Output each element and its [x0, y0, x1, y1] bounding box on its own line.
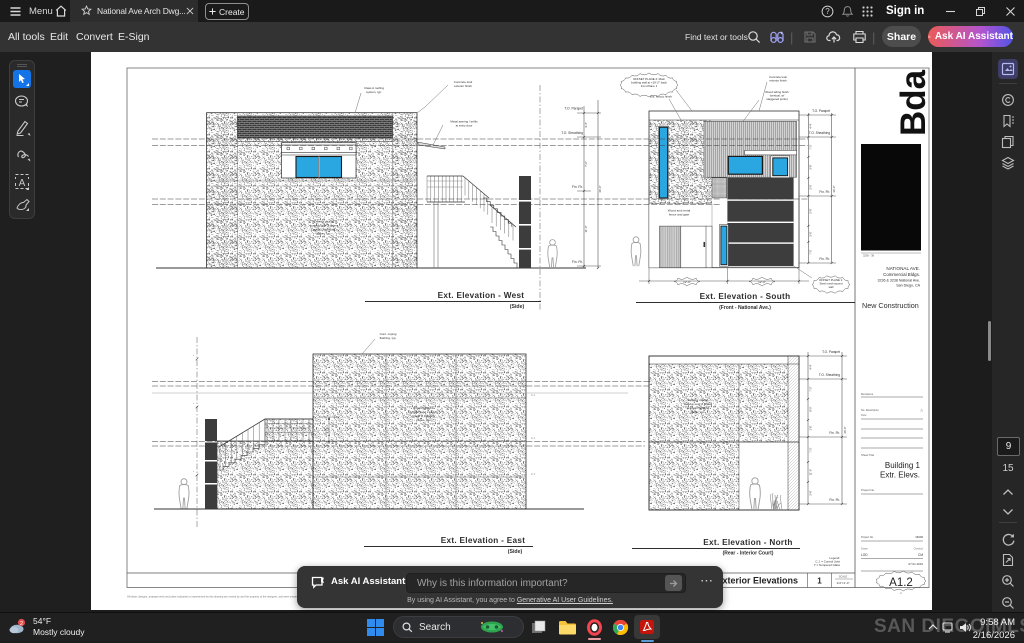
svg-text:7'-2": 7'-2": [809, 144, 813, 149]
svg-text:paper, typ.: paper, typ.: [317, 232, 332, 236]
svg-text:Sheet Title: Sheet Title: [861, 453, 875, 457]
svg-text:CM: CM: [918, 553, 923, 557]
svg-text:3'-6": 3'-6": [809, 164, 813, 169]
svg-text:T.O. Sheathing: T.O. Sheathing: [819, 373, 840, 377]
svg-text:5'-6": 5'-6": [809, 208, 813, 213]
svg-text:system, typ.: system, typ.: [366, 90, 382, 94]
svg-text:T.O. Sheathing: T.O. Sheathing: [809, 131, 830, 135]
svg-text:4'-4": 4'-4": [584, 122, 588, 128]
svg-text:Drawn: Drawn: [861, 548, 869, 551]
svg-text:°: °: [193, 471, 194, 474]
svg-text:NATIONAL AVE.: NATIONAL AVE.: [886, 266, 920, 271]
svg-text:36'-6": 36'-6": [832, 185, 836, 192]
svg-text:36'-6": 36'-6": [598, 185, 602, 192]
svg-text:11'-0": 11'-0": [584, 226, 588, 233]
svg-text:Fin. Flr.: Fin. Flr.: [829, 431, 840, 435]
svg-text:A1.2: A1.2: [889, 577, 913, 589]
svg-text:Fin. Flr.: Fin. Flr.: [829, 498, 840, 502]
svg-text:Bda: Bda: [894, 69, 932, 136]
svg-text:Commercial Bldgs.: Commercial Bldgs.: [883, 272, 920, 277]
svg-text:LOD: LOD: [861, 553, 868, 557]
svg-text:No. Description: No. Description: [861, 408, 879, 412]
svg-text:paper, typ.: paper, typ.: [691, 410, 706, 414]
svg-text:Fin. Flr.: Fin. Flr.: [572, 185, 583, 189]
svg-text:7'-2": 7'-2": [809, 447, 813, 452]
svg-text:Ext. stucco finish: Ext. stucco finish: [650, 95, 672, 99]
svg-text:Building 1: Building 1: [885, 461, 921, 470]
svg-text:(Rear - Interior Court): (Rear - Interior Court): [723, 551, 774, 557]
svg-text:△: △: [920, 408, 923, 412]
svg-text:Extr. Elevs.: Extr. Elevs.: [880, 471, 920, 480]
svg-text:T.O. Parapet: T.O. Parapet: [812, 109, 830, 113]
svg-text:exterior finish: exterior finish: [769, 79, 787, 83]
svg-text:3'-0": 3'-0": [809, 184, 813, 189]
svg-text:Ext. Elevation - North: Ext. Elevation - North: [703, 538, 792, 547]
svg-text:12'-0": 12'-0": [758, 280, 766, 284]
svg-text:(Front - National Ave.): (Front - National Ave.): [719, 305, 771, 311]
svg-text:7'-2": 7'-2": [809, 386, 813, 391]
svg-text:7'-0": 7'-0": [809, 249, 813, 254]
svg-text:New Construction: New Construction: [862, 301, 919, 310]
svg-text:Project No.: Project No.: [861, 488, 875, 492]
svg-text:16006: 16006: [915, 535, 923, 539]
svg-text:C.J.: C.J.: [531, 472, 536, 476]
svg-text:exterior finish: exterior finish: [454, 84, 472, 88]
svg-text:A: A: [19, 178, 26, 189]
svg-text:from Plane 1: from Plane 1: [641, 84, 658, 88]
svg-text:Exterior Elevations: Exterior Elevations: [716, 576, 798, 586]
svg-text:3'-6": 3'-6": [809, 490, 813, 495]
svg-text:8'-0": 8'-0": [809, 406, 813, 411]
svg-text:3236 & 3238 National Ave.: 3236 & 3238 National Ave.: [878, 279, 921, 283]
svg-text:36'-6": 36'-6": [843, 426, 847, 433]
svg-text:12'-0": 12'-0": [683, 280, 691, 284]
svg-text:°: °: [193, 355, 194, 358]
svg-text:07.01.2019: 07.01.2019: [909, 562, 924, 566]
svg-text:flashing, typ.: flashing, typ.: [380, 336, 397, 340]
svg-text:1: 1: [817, 577, 822, 586]
svg-text:SCALE: SCALE: [839, 575, 848, 579]
svg-text:San Diego, CA: San Diego, CA: [896, 284, 920, 288]
svg-text:T.O. Parapet: T.O. Parapet: [822, 350, 840, 354]
svg-text:Ext. Elevation - East: Ext. Elevation - East: [441, 536, 526, 545]
svg-text:C.J.: C.J.: [531, 393, 536, 397]
svg-text:staggered joints): staggered joints): [766, 97, 787, 101]
svg-text:4'-4": 4'-4": [809, 364, 813, 369]
svg-text:Fin. Flr.: Fin. Flr.: [572, 260, 583, 264]
svg-text:°: °: [193, 403, 194, 406]
svg-text:at entry door: at entry door: [456, 123, 473, 127]
svg-text:T = Tempered Glass: T = Tempered Glass: [814, 563, 841, 567]
svg-text:Fin. Flr.: Fin. Flr.: [819, 190, 830, 194]
svg-text:3'-6": 3'-6": [809, 231, 813, 236]
svg-text:1'-6": 1'-6": [809, 425, 813, 430]
svg-text:1/4"=1'-0": 1/4"=1'-0": [837, 581, 850, 585]
svg-text:Revisions: Revisions: [861, 392, 874, 396]
svg-text:Fin. Flr.: Fin. Flr.: [819, 257, 830, 261]
svg-text:fence and gate: fence and gate: [669, 213, 690, 217]
svg-text:11'-0": 11'-0": [809, 469, 813, 475]
svg-text:3'-6": 3'-6": [324, 428, 328, 433]
svg-text:wall: wall: [829, 285, 834, 289]
svg-text:T.O. Sheathing: T.O. Sheathing: [561, 131, 583, 135]
svg-text:3236 - 38: 3236 - 38: [863, 254, 875, 258]
svg-text:C.J.: C.J.: [531, 436, 536, 440]
svg-text:Checked: Checked: [914, 548, 924, 551]
svg-text:4'-4": 4'-4": [809, 123, 813, 128]
svg-text:Ext. Elevation - South: Ext. Elevation - South: [700, 292, 791, 301]
svg-text:Date: Date: [861, 413, 867, 417]
svg-text:paper, typ.: paper, typ.: [416, 418, 431, 422]
svg-text:?: ?: [825, 7, 830, 16]
svg-text:Ext. Elevation - West: Ext. Elevation - West: [438, 291, 525, 300]
svg-text:2: 2: [20, 621, 23, 627]
svg-text:T.O. Parapet: T.O. Parapet: [564, 107, 583, 111]
svg-text:(Side): (Side): [508, 549, 523, 555]
svg-text:7'-6": 7'-6": [584, 161, 588, 167]
svg-text:(Side): (Side): [510, 304, 525, 310]
svg-text:Project No.: Project No.: [861, 535, 874, 539]
